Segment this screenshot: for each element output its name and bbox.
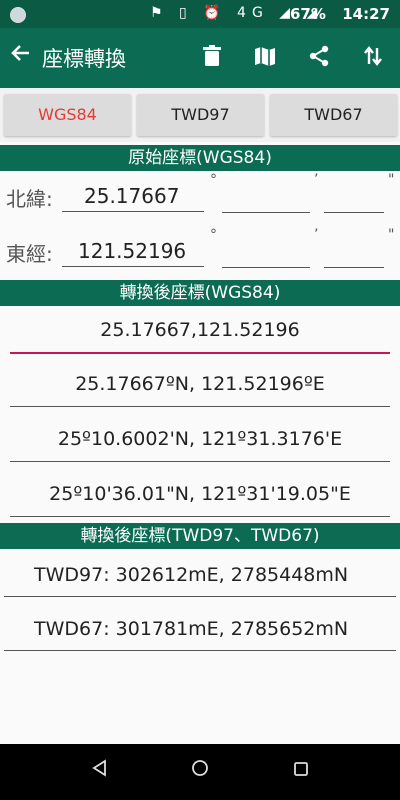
tab-twd67[interactable]: TWD67 bbox=[270, 94, 397, 136]
twd67-result[interactable]: TWD67: 301781mE, 2785652mN bbox=[4, 607, 396, 651]
decimal-result[interactable]: 25.17667,121.52196 bbox=[10, 308, 390, 354]
decimal-degrees-result[interactable]: 25.17667ºN, 121.52196ºE bbox=[10, 362, 390, 407]
longitude-degrees-input[interactable]: 121.52196 bbox=[62, 235, 204, 267]
degrees-minutes-result[interactable]: 25º10.6002'N, 121º31.3176'E bbox=[10, 417, 390, 462]
longitude-label: 東經: bbox=[6, 242, 53, 266]
degree-unit: ° bbox=[210, 172, 217, 188]
minute-unit: ’ bbox=[314, 172, 319, 188]
degree-unit: ° bbox=[210, 227, 217, 243]
clock: 14:27 bbox=[342, 5, 390, 23]
page-title: 座標轉換 bbox=[42, 47, 126, 71]
latitude-label: 北緯: bbox=[6, 187, 53, 211]
swap-icon[interactable] bbox=[359, 44, 387, 72]
status-bar: ⚑ ▯ ⏰ 4G ◢ ◢ 67% 14:27 bbox=[0, 0, 400, 28]
latitude-seconds-input[interactable] bbox=[324, 180, 384, 213]
home-circle-icon[interactable] bbox=[187, 759, 213, 785]
degrees-minutes-seconds-result[interactable]: 25º10'36.01"N, 121º31'19.05"E bbox=[10, 472, 390, 517]
map-icon[interactable] bbox=[251, 44, 279, 72]
app-bar: 座標轉換 bbox=[0, 28, 400, 88]
twd-section-header: 轉換後座標(TWD97、TWD67) bbox=[0, 523, 400, 549]
longitude-minutes-input[interactable] bbox=[222, 235, 310, 268]
converted-section-header: 轉換後座標(WGS84) bbox=[0, 280, 400, 306]
back-triangle-icon[interactable] bbox=[86, 759, 112, 785]
datum-tabs: WGS84 TWD97 TWD67 bbox=[0, 88, 400, 142]
recents-square-icon[interactable] bbox=[288, 759, 314, 785]
back-arrow-icon[interactable] bbox=[8, 42, 32, 70]
second-unit: " bbox=[388, 227, 395, 243]
latitude-degrees-input[interactable]: 25.17667 bbox=[62, 180, 204, 212]
tab-twd97[interactable]: TWD97 bbox=[137, 94, 264, 136]
longitude-seconds-input[interactable] bbox=[324, 235, 384, 268]
share-icon[interactable] bbox=[305, 44, 333, 72]
twd97-result[interactable]: TWD97: 302612mE, 2785448mN bbox=[4, 553, 396, 597]
notification-icon bbox=[10, 7, 26, 23]
second-unit: " bbox=[388, 172, 395, 188]
battery-level: 67% bbox=[290, 5, 326, 23]
system-nav-bar bbox=[0, 744, 400, 800]
minute-unit: ’ bbox=[314, 227, 319, 243]
original-section-header: 原始座標(WGS84) bbox=[0, 145, 400, 171]
delete-icon[interactable] bbox=[198, 44, 226, 72]
tab-wgs84[interactable]: WGS84 bbox=[4, 94, 131, 136]
latitude-minutes-input[interactable] bbox=[222, 180, 310, 213]
